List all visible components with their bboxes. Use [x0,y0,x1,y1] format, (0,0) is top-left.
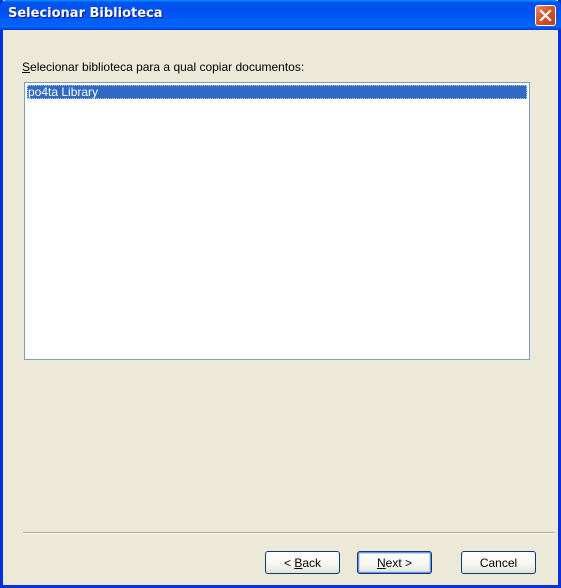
back-button[interactable]: < Back [265,551,340,574]
next-label-rest: ext [385,555,402,570]
library-listbox[interactable]: po4ta Library [24,82,530,360]
next-suffix: > [401,555,413,570]
prompt-accelerator: S [22,60,31,74]
library-prompt-label: Selecionar biblioteca para a qual copiar… [22,60,304,74]
prompt-text: elecionar biblioteca para a qual copiar … [30,60,305,74]
back-label-rest: ack [302,555,322,570]
close-button[interactable] [535,5,556,26]
next-accelerator: N [376,555,386,570]
title-bar[interactable]: Selecionar Biblioteca [0,0,561,30]
dialog-window: Selecionar Biblioteca Selecionar bibliot… [0,0,561,588]
cancel-label: Cancel [479,555,518,570]
window-title: Selecionar Biblioteca [8,6,163,21]
close-icon [539,9,552,22]
cancel-button[interactable]: Cancel [461,551,536,574]
next-button[interactable]: Next > [357,551,432,574]
back-accelerator: B [294,555,303,570]
library-list-item[interactable]: po4ta Library [27,85,527,99]
back-prefix: < [283,555,295,570]
button-separator [23,532,555,534]
